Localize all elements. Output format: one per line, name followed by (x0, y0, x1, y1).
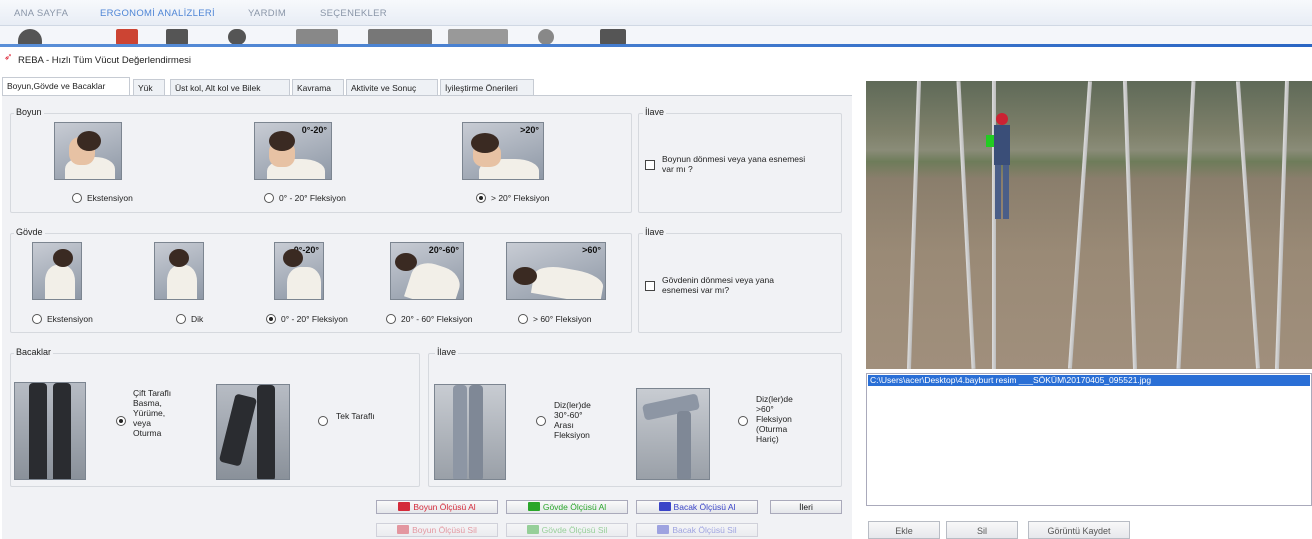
menu-tab-home[interactable]: ANA SAYFA (14, 8, 68, 19)
forklift-icon[interactable] (448, 29, 508, 45)
conveyor-icon[interactable] (368, 29, 432, 45)
neck-group-label: Boyun (14, 107, 44, 117)
trunk-20-60-image: 20°-60° (390, 242, 464, 300)
neck-0-20-radio[interactable] (264, 193, 274, 203)
file-list-item[interactable]: C:\Users\acer\Desktop\4.bayburt resim __… (868, 375, 1310, 386)
trunk-group-label: Gövde (14, 227, 45, 237)
legs-bilateral-radio[interactable] (116, 416, 126, 426)
tab-neck-trunk-legs[interactable]: Boyun,Gövde ve Bacaklar (2, 77, 130, 96)
neck-over-20-label: > 20° Fleksiyon (491, 193, 550, 203)
legs-bilateral-image (14, 382, 86, 480)
trunk-over-60-radio[interactable] (518, 314, 528, 324)
trunk-20-60-radio[interactable] (386, 314, 396, 324)
trunk-delete-button[interactable]: Gövde Ölçüsü Sil (506, 523, 628, 537)
ribbon-menu-bar: ANA SAYFA ERGONOMİ ANALİZLERİ YARDIM SEÇ… (0, 0, 1312, 26)
neck-rotation-checkbox[interactable] (645, 160, 655, 170)
worker-photo (866, 81, 1312, 369)
neck-0-20-label: 0° - 20° Fleksiyon (279, 193, 346, 203)
neck-extra-label: İlave (643, 107, 667, 117)
ruler-icon (526, 525, 539, 534)
trunk-upright-radio[interactable] (176, 314, 186, 324)
legs-extra-label: İlave (435, 347, 459, 357)
globe-icon[interactable] (538, 29, 554, 45)
tab-grip[interactable]: Kavrama (292, 79, 344, 96)
knee-30-60-image (434, 384, 506, 480)
group-icon[interactable] (600, 29, 626, 45)
legs-unilateral-radio[interactable] (318, 416, 328, 426)
add-button[interactable]: Ekle (868, 521, 940, 539)
ruler-icon (397, 525, 410, 534)
tab-improvements[interactable]: İyileştirme Önerileri (440, 79, 534, 96)
tab-load[interactable]: Yük (133, 79, 165, 96)
menu-tab-help[interactable]: YARDIM (248, 8, 286, 19)
legs-group-label: Bacaklar (14, 347, 54, 357)
helmet-icon[interactable] (18, 29, 42, 45)
menu-tab-options[interactable]: SEÇENEKLER (320, 8, 387, 19)
neck-rotation-label: Boynun dönmesi veya yana esnemesi var mı… (662, 154, 806, 174)
legs-bilateral-label: Çift Taraflı Basma, Yürüme, veya Oturma (133, 388, 172, 438)
ruler-icon (658, 502, 671, 511)
trunk-0-20-image: 0°-20° (274, 242, 324, 300)
knee-30-60-radio[interactable] (536, 416, 546, 426)
trunk-20-60-label: 20° - 60° Fleksiyon (401, 314, 473, 324)
neck-over-20-image: >20° (462, 122, 544, 180)
neck-extension-image (54, 122, 122, 180)
knee-over-60-image (636, 388, 710, 480)
menu-tab-ergonomics[interactable]: ERGONOMİ ANALİZLERİ (100, 8, 215, 19)
save-image-button[interactable]: Görüntü Kaydet (1028, 521, 1130, 539)
worker-icon[interactable] (228, 29, 246, 45)
legs-measure-button[interactable]: Bacak Ölçüsü Al (636, 500, 758, 514)
trunk-rotation-checkbox[interactable] (645, 281, 655, 291)
neck-extension-radio[interactable] (72, 193, 82, 203)
window-title-bar: ➶ REBA - Hızlı Tüm Vücut Değerlendirmesi (0, 48, 1312, 70)
worker-figure (986, 113, 1012, 223)
next-button[interactable]: İleri (770, 500, 842, 514)
trunk-extra-label: İlave (643, 227, 667, 237)
trunk-upright-label: Dik (191, 314, 204, 324)
ruler-icon (398, 502, 411, 511)
ruler-icon (527, 502, 540, 511)
knee-over-60-label: Diz(ler)de >60° Fleksiyon (Oturma Hariç) (756, 394, 793, 444)
ribbon-toolbar (0, 26, 1312, 46)
window-title: REBA - Hızlı Tüm Vücut Değerlendirmesi (18, 55, 191, 66)
legs-delete-button[interactable]: Bacak Ölçüsü Sil (636, 523, 758, 537)
neck-measure-button[interactable]: Boyun Ölçüsü Al (376, 500, 498, 514)
tab-activity-result[interactable]: Aktivite ve Sonuç (346, 79, 438, 96)
neck-delete-button[interactable]: Boyun Ölçüsü Sil (376, 523, 498, 537)
person-lift-icon[interactable] (166, 29, 188, 45)
trunk-upright-image (154, 242, 204, 300)
tab-arm-wrist[interactable]: Üst kol, Alt kol ve Bilek (170, 79, 290, 96)
trunk-extension-radio[interactable] (32, 314, 42, 324)
knee-over-60-radio[interactable] (738, 416, 748, 426)
trunk-over-60-label: > 60° Fleksiyon (533, 314, 592, 324)
trunk-measure-button[interactable]: Gövde Ölçüsü Al (506, 500, 628, 514)
neck-extension-label: Ekstensiyon (87, 193, 133, 203)
knee-30-60-label: Diz(ler)de 30°-60° Arası Fleksiyon (554, 400, 591, 440)
machine-icon[interactable] (296, 29, 338, 45)
trunk-0-20-radio[interactable] (266, 314, 276, 324)
neck-over-20-radio[interactable] (476, 193, 486, 203)
delete-button[interactable]: Sil (946, 521, 1018, 539)
trunk-rotation-label: Gövdenin dönmesi veya yana esnemesi var … (662, 275, 774, 295)
reba-app-icon: ➶ (4, 52, 13, 63)
trunk-over-60-image: >60° (506, 242, 606, 300)
trunk-0-20-label: 0° - 20° Fleksiyon (281, 314, 348, 324)
legs-unilateral-image (216, 384, 290, 480)
trunk-extension-image (32, 242, 82, 300)
accent-bar (0, 44, 1312, 47)
legs-unilateral-label: Tek Taraflı (336, 411, 375, 421)
trunk-extension-label: Ekstensiyon (47, 314, 93, 324)
file-list[interactable]: C:\Users\acer\Desktop\4.bayburt resim __… (866, 373, 1312, 506)
hammer-icon[interactable] (116, 29, 138, 45)
ruler-icon (657, 525, 670, 534)
neck-0-20-image: 0°-20° (254, 122, 332, 180)
